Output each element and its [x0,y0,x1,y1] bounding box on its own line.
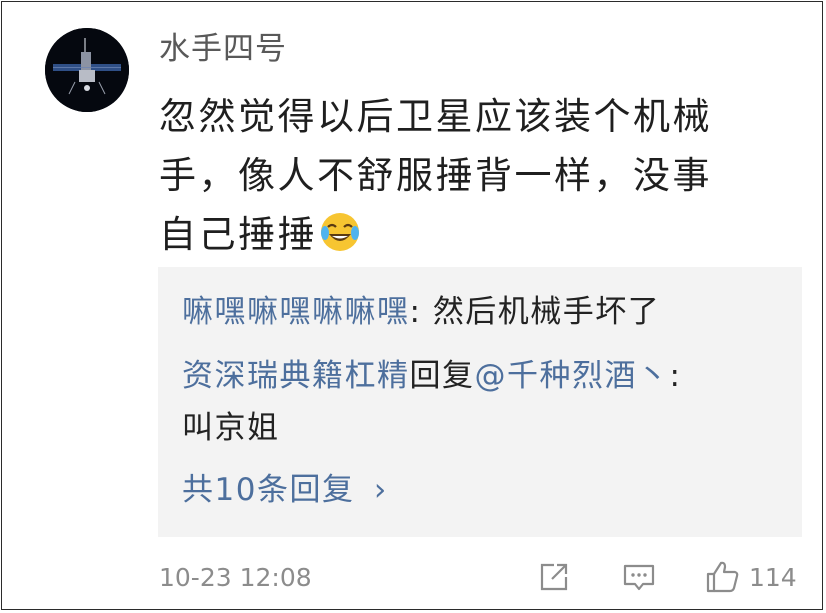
reply-separator: : [409,294,433,330]
content-line-with-emoji: 自己捶捶 [159,205,785,264]
reply-item[interactable]: 资深瑞典籍杠精回复@千种烈酒丶: [182,351,681,401]
content-line-text: 自己捶捶 [159,213,317,256]
more-replies-link[interactable]: 共10条回复 › [182,465,388,515]
reply-target-mention[interactable]: @千种烈酒丶 [475,358,670,394]
reply-text-continued: 叫京姐 [182,410,280,446]
reply-author[interactable]: 资深瑞典籍杠精 [182,358,410,394]
reply-separator: : [669,358,682,394]
like-button[interactable]: 114 [705,559,797,595]
comment-content: 忽然觉得以后卫星应该装个机械 手，像人不舒服捶背一样，没事 自己捶捶 [159,87,785,264]
username[interactable]: 水手四号 [159,28,287,70]
comment-button[interactable] [622,559,656,595]
share-button[interactable] [537,559,571,595]
crying-laughing-emoji-icon [321,213,359,251]
reply-section: 嘛嘿嘛嘿嘛嘛嘿: 然后机械手坏了 资深瑞典籍杠精回复@千种烈酒丶: 叫京姐 共1… [158,267,802,537]
satellite-avatar-image [45,28,129,112]
content-line: 手，像人不舒服捶背一样，没事 [159,154,712,197]
thumbs-up-icon [706,561,739,593]
reply-author[interactable]: 嘛嘿嘛嘿嘛嘛嘿 [182,294,410,330]
share-icon [540,563,568,591]
like-count: 114 [749,562,797,592]
reply-text: 然后机械手坏了 [432,294,661,330]
reply-word: 回复 [409,358,475,394]
content-line: 忽然觉得以后卫星应该装个机械 [159,95,712,138]
reply-item[interactable]: 嘛嘿嘛嘿嘛嘛嘿: 然后机械手坏了 [182,287,660,337]
comment-timestamp: 10-23 12:08 [159,563,312,592]
comment-icon [623,564,655,591]
chevron-right-icon: › [373,472,388,508]
comment-card: 水手四号 忽然觉得以后卫星应该装个机械 手，像人不舒服捶背一样，没事 自己捶捶 … [1,1,823,610]
avatar[interactable] [45,28,129,112]
more-replies-label: 共10条回复 [182,472,355,508]
